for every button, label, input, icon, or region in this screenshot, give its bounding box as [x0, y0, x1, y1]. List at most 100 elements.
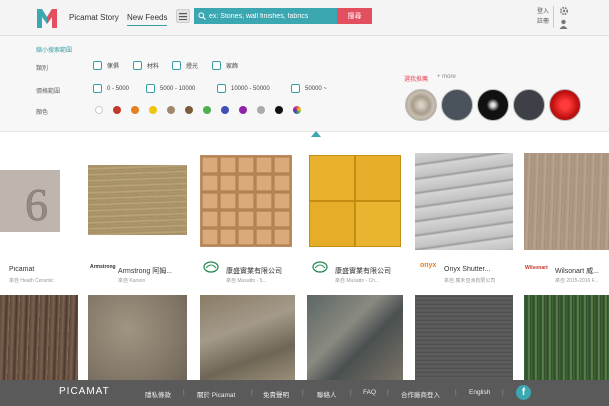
header-divider: [553, 6, 554, 28]
checkbox[interactable]: [291, 84, 300, 93]
color-swatch-orange[interactable]: [131, 106, 139, 114]
checkbox[interactable]: [93, 61, 102, 70]
footer-separator: |: [455, 389, 457, 396]
product-title-4[interactable]: 康盛實業有限公司: [335, 266, 401, 276]
cork-tile-pattern-icon: [200, 155, 292, 247]
checkbox[interactable]: [212, 61, 221, 70]
product-image-2[interactable]: [88, 165, 187, 235]
recommend-more-link[interactable]: + more: [437, 74, 456, 80]
price-range-1[interactable]: 0 - 5000: [93, 84, 129, 93]
search-button[interactable]: 搜尋: [337, 8, 372, 24]
color-swatch-purple[interactable]: [239, 106, 247, 114]
brand-logo-armstrong: Armstrong: [90, 264, 116, 270]
user-icon[interactable]: [559, 19, 568, 29]
checkbox[interactable]: [146, 84, 155, 93]
product-image-9[interactable]: [200, 295, 295, 380]
product-image-5[interactable]: [415, 153, 513, 250]
menu-button[interactable]: [176, 9, 190, 23]
footer-separator: |: [387, 389, 389, 396]
brand-logo-wilsonart: Wilsonart: [525, 265, 548, 271]
checkbox[interactable]: [217, 84, 226, 93]
product-title-6[interactable]: Wilsonart 威...: [555, 266, 609, 276]
footer-separator: |: [350, 389, 352, 396]
product-source-4: 來自 Musatto - Ch...: [335, 278, 380, 284]
top-header: Picamat Story New Feeds 搜尋 登入 註冊: [0, 0, 609, 36]
product-image-3[interactable]: [200, 155, 292, 247]
yellow-panel-pattern-icon: [309, 155, 401, 247]
price-range-4[interactable]: 50000 ~: [291, 84, 327, 93]
gear-icon[interactable]: [559, 6, 569, 16]
footer-separator: |: [302, 389, 304, 396]
product-title-1[interactable]: Picamat: [9, 266, 79, 273]
footer-logo[interactable]: PICAMAT: [59, 386, 110, 397]
account-links: 登入 註冊: [537, 7, 549, 27]
picamat-logo[interactable]: [36, 7, 58, 29]
recommend-item-1[interactable]: [405, 89, 437, 121]
checkbox[interactable]: [93, 84, 102, 93]
footer-link-language[interactable]: English: [469, 389, 490, 396]
recommend-item-2[interactable]: [441, 89, 473, 121]
checkbox[interactable]: [133, 61, 142, 70]
color-swatch-white[interactable]: [95, 106, 103, 114]
color-swatch-brown[interactable]: [185, 106, 193, 114]
color-swatch-grey[interactable]: [257, 106, 265, 114]
footer-separator: |: [251, 389, 253, 396]
color-swatch-blue[interactable]: [221, 106, 229, 114]
hamburger-icon: [179, 12, 187, 20]
footer-separator: |: [183, 389, 185, 396]
nav-picamat-story[interactable]: Picamat Story: [69, 13, 119, 22]
recommend-item-5[interactable]: [549, 89, 581, 121]
color-swatch-red[interactable]: [113, 106, 121, 114]
search-input[interactable]: [209, 12, 329, 20]
category-decor[interactable]: 家飾: [212, 61, 238, 70]
color-swatch-green[interactable]: [203, 106, 211, 114]
checkbox[interactable]: [172, 61, 181, 70]
category-materials[interactable]: 材料: [133, 61, 159, 70]
product-image-12[interactable]: [524, 295, 609, 380]
footer-link-privacy[interactable]: 隱私條款: [145, 389, 171, 399]
color-swatch-black[interactable]: [275, 106, 283, 114]
footer-link-faq[interactable]: FAQ: [363, 389, 376, 396]
product-source-1: 來自 Heath Ceramic: [9, 278, 54, 284]
recommend-item-3[interactable]: [477, 89, 509, 121]
product-title-3[interactable]: 康盛實業有限公司: [226, 266, 292, 276]
filter-panel: 縮小搜索範圍 類別 傢俱 材料 燈光 家飾 價格範圍 0 - 5000 5000…: [0, 36, 609, 131]
recommend-title: 選我推薦: [404, 77, 429, 83]
option-label: 50000 ~: [305, 85, 327, 92]
recommend-item-4[interactable]: [513, 89, 545, 121]
price-range-2[interactable]: 5000 - 10000: [146, 84, 195, 93]
product-image-10[interactable]: [307, 295, 403, 380]
color-swatch-beige[interactable]: [167, 106, 175, 114]
footer-link-disclaimer[interactable]: 免責聲明: [263, 389, 289, 399]
register-link[interactable]: 註冊: [537, 17, 549, 27]
footer-link-partner-login[interactable]: 合作廠商登入: [401, 389, 440, 399]
color-label: 顏色: [36, 110, 49, 116]
option-label: 5000 - 10000: [160, 85, 196, 92]
color-swatch-multi[interactable]: [293, 106, 301, 114]
product-source-2: 來自 Karson: [118, 278, 146, 284]
footer-link-about[interactable]: 關於 Picamat: [197, 389, 235, 399]
collapse-filter-toggle[interactable]: [302, 131, 330, 141]
product-source-6: 來自 2015-2016 F...: [555, 278, 599, 284]
login-link[interactable]: 登入: [537, 7, 549, 17]
nav-new-feeds[interactable]: New Feeds: [127, 13, 168, 26]
option-label: 0 - 5000: [107, 85, 130, 92]
facebook-icon[interactable]: f: [516, 385, 531, 400]
filter-title: 縮小搜索範圍: [36, 48, 73, 54]
price-range-3[interactable]: 10000 - 50000: [217, 84, 270, 93]
product-image-7[interactable]: [0, 295, 78, 380]
footer-separator: |: [502, 389, 504, 396]
product-image-1[interactable]: 6: [0, 170, 60, 232]
product-title-5[interactable]: Onyx Shutter...: [444, 266, 512, 273]
product-image-11[interactable]: [415, 295, 513, 380]
price-label: 價格範圍: [36, 89, 61, 95]
category-furniture[interactable]: 傢俱: [93, 61, 119, 70]
product-image-4[interactable]: [309, 155, 401, 247]
product-title-2[interactable]: Armstrong 阿姆...: [118, 266, 188, 276]
product-image-8[interactable]: [88, 295, 187, 380]
color-swatch-yellow[interactable]: [149, 106, 157, 114]
product-image-6[interactable]: [524, 153, 609, 250]
category-lighting[interactable]: 燈光: [172, 61, 198, 70]
svg-text:6: 6: [25, 179, 48, 230]
footer-link-contact[interactable]: 聯絡人: [317, 389, 337, 399]
